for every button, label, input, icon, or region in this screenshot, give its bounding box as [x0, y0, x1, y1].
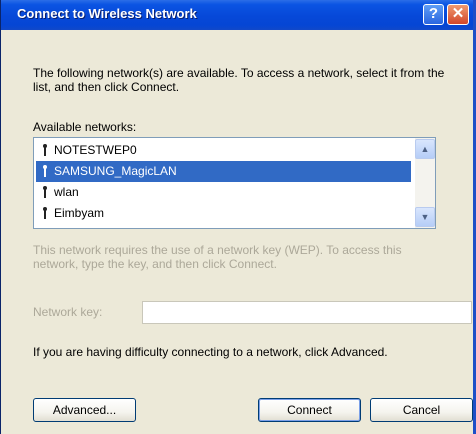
close-icon[interactable]: ✕ [447, 4, 469, 25]
scroll-down-icon[interactable]: ▼ [415, 207, 435, 227]
cancel-button[interactable]: Cancel [370, 398, 473, 422]
network-key-label: Network key: [33, 305, 103, 319]
list-item[interactable]: Eimbyam [36, 203, 411, 224]
network-name: wlan [54, 185, 79, 199]
network-name: Eimbyam [54, 206, 105, 220]
network-name: NOTESTWEP0 [54, 143, 137, 157]
connect-button[interactable]: Connect [258, 398, 361, 422]
list-item-selected[interactable]: SAMSUNG_MagicLAN [36, 161, 411, 182]
scroll-up-icon[interactable]: ▲ [415, 139, 435, 159]
antenna-icon [43, 144, 47, 156]
network-list[interactable]: NOTESTWEP0 SAMSUNG_MagicLAN wlan Eimbyam… [33, 137, 436, 229]
available-networks-label: Available networks: [33, 120, 137, 134]
intro-text: The following network(s) are available. … [33, 66, 445, 94]
antenna-icon [43, 165, 47, 177]
list-scrollbar[interactable]: ▲ ▼ [415, 138, 435, 228]
network-key-input[interactable] [142, 301, 472, 324]
wireless-dialog: Connect to Wireless Network ? ✕ The foll… [0, 0, 476, 434]
advanced-button[interactable]: Advanced... [33, 398, 136, 422]
network-name: SAMSUNG_MagicLAN [54, 164, 177, 178]
advanced-note: If you are having difficulty connecting … [33, 345, 388, 359]
antenna-icon [43, 186, 47, 198]
antenna-icon [43, 207, 47, 219]
help-icon[interactable]: ? [423, 4, 444, 25]
wep-note: This network requires the use of a netwo… [33, 243, 402, 271]
list-item[interactable]: NOTESTWEP0 [36, 140, 411, 161]
title-bar[interactable]: Connect to Wireless Network ? ✕ [1, 0, 473, 30]
list-item[interactable]: wlan [36, 182, 411, 203]
window-title: Connect to Wireless Network [17, 6, 197, 21]
